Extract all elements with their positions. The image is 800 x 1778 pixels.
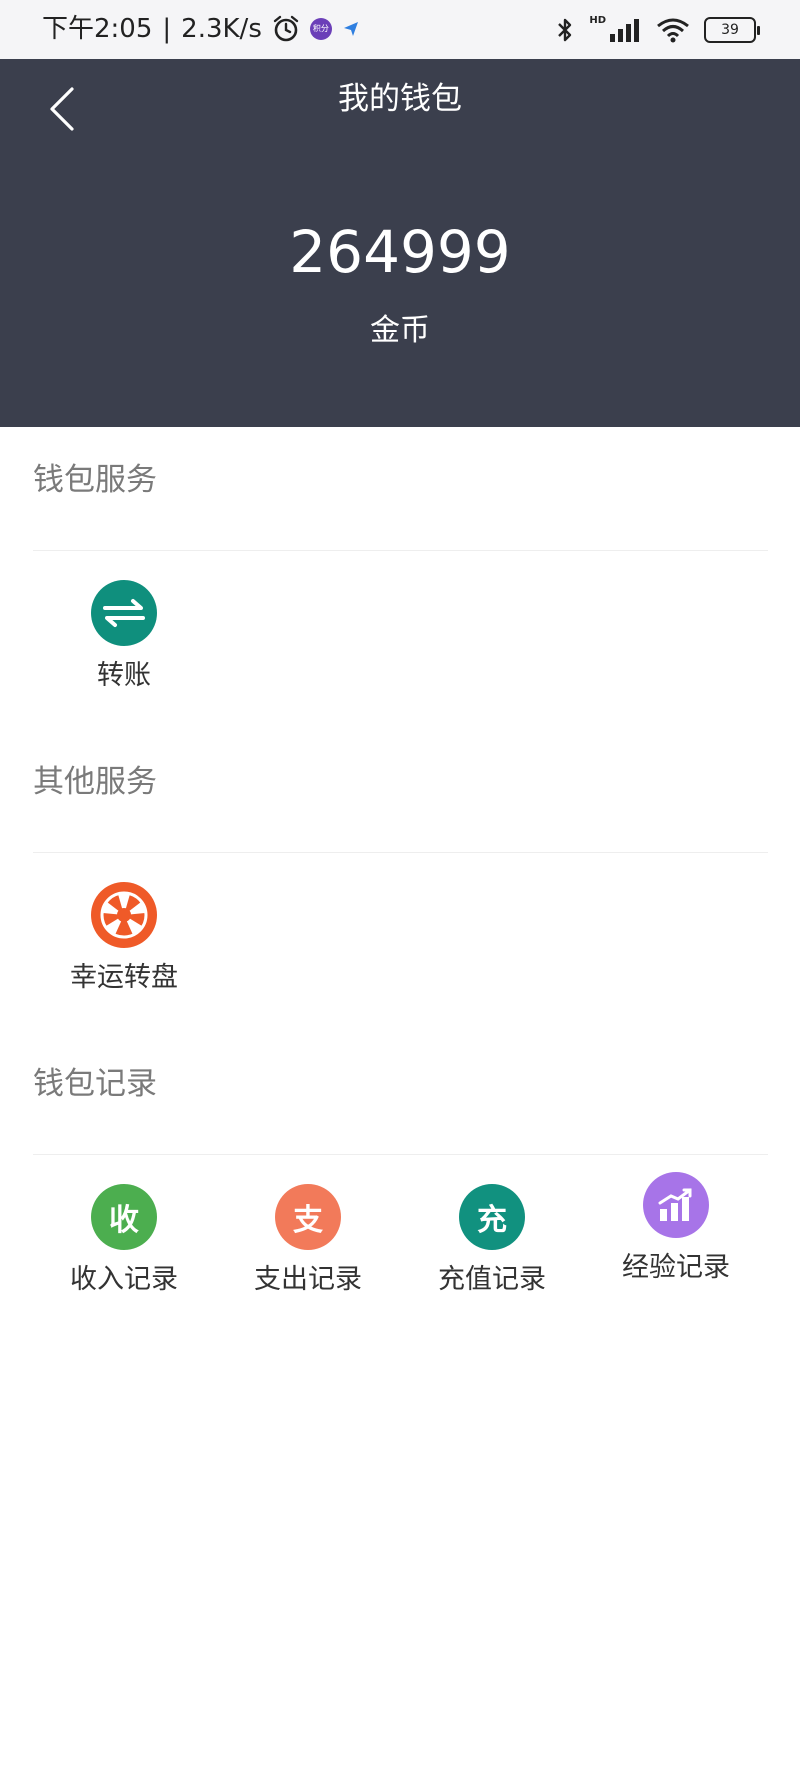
alarm-icon: [273, 15, 299, 42]
battery-icon: 39: [704, 17, 760, 43]
status-separator: |: [162, 14, 172, 44]
status-time: 下午2:05: [42, 14, 153, 44]
section-title: 钱包记录: [33, 1066, 157, 1102]
location-icon: [343, 22, 358, 36]
section-title: 其他服务: [33, 764, 157, 800]
section-title: 钱包服务: [33, 462, 157, 498]
divider: [33, 1154, 768, 1155]
lucky-wheel-button[interactable]: 幸运转盘: [32, 882, 216, 996]
wifi-icon: [657, 18, 689, 43]
item-label: 充值记录: [438, 1264, 546, 1295]
status-bar: 下午2:05 | 2.3K/s 积分 HD 39: [0, 0, 800, 59]
recharge-records-button[interactable]: 充 充值记录: [400, 1184, 584, 1298]
signal-icon: [610, 19, 639, 42]
income-records-button[interactable]: 收 收入记录: [32, 1184, 216, 1298]
balance-unit: 金币: [370, 313, 430, 348]
status-right: HD 39: [555, 14, 760, 44]
page-title: 我的钱包: [338, 81, 462, 117]
status-left: 下午2:05 | 2.3K/s 积分: [42, 14, 360, 44]
expense-records-button[interactable]: 支 支出记录: [216, 1184, 400, 1298]
hd-label: HD: [589, 14, 606, 26]
income-icon: 收: [91, 1184, 157, 1250]
item-label: 经验记录: [622, 1252, 730, 1283]
divider: [33, 852, 768, 853]
transfer-icon: [91, 580, 157, 646]
recharge-icon: 充: [459, 1184, 525, 1250]
transfer-button[interactable]: 转账: [32, 580, 216, 694]
item-label: 支出记录: [254, 1264, 362, 1295]
app-badge-icon: 积分: [309, 18, 332, 40]
experience-icon: [643, 1172, 709, 1238]
item-label: 转账: [97, 660, 151, 691]
divider: [33, 550, 768, 551]
expense-icon: 支: [275, 1184, 341, 1250]
item-label: 幸运转盘: [70, 962, 178, 993]
lucky-wheel-icon: [91, 882, 157, 948]
wallet-header: 我的钱包 264999 金币: [0, 59, 800, 427]
experience-records-button[interactable]: 经验记录: [584, 1172, 768, 1286]
item-label: 收入记录: [70, 1264, 178, 1295]
balance-amount: 264999: [289, 218, 511, 286]
bluetooth-icon: [558, 18, 572, 42]
status-net-speed: 2.3K/s: [181, 14, 262, 44]
